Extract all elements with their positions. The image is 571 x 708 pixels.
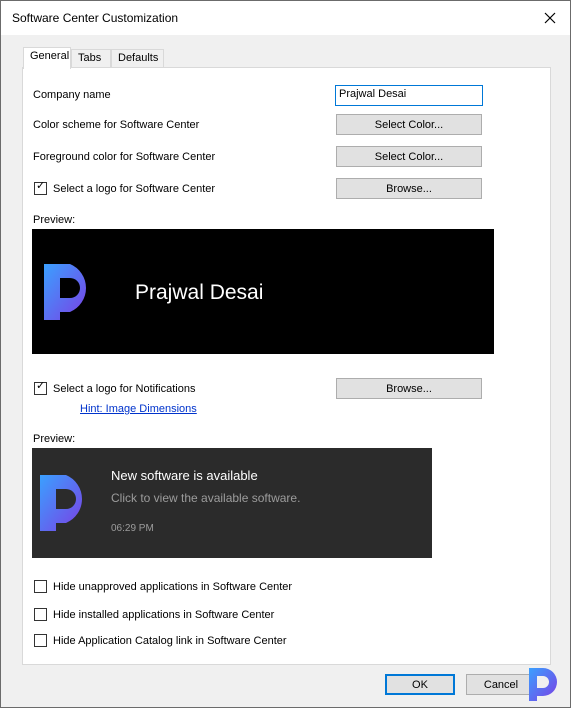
- title-bar: Software Center Customization: [1, 1, 570, 35]
- logo-browse-button[interactable]: Browse...: [336, 178, 482, 199]
- window-title: Software Center Customization: [12, 11, 179, 25]
- notification-preview: New software is available Click to view …: [32, 448, 432, 558]
- notif-logo-label: Select a logo for Notifications: [53, 383, 196, 395]
- company-name-label: Company name: [33, 89, 111, 101]
- brand-logo-icon: [40, 475, 82, 531]
- software-center-preview: Prajwal Desai: [32, 229, 494, 354]
- color-scheme-label: Color scheme for Software Center: [33, 119, 200, 131]
- notif-preview-label: Preview:: [33, 433, 76, 445]
- hint-image-dimensions-link[interactable]: Hint: Image Dimensions: [80, 403, 197, 415]
- logo-checkbox[interactable]: ✓: [34, 180, 47, 195]
- foreground-color-label: Foreground color for Software Center: [33, 151, 216, 163]
- preview-company-name: Prajwal Desai: [135, 281, 264, 304]
- notif-browse-button[interactable]: Browse...: [336, 378, 482, 399]
- close-icon: [544, 12, 556, 24]
- tab-tabs[interactable]: Tabs: [71, 49, 111, 68]
- foreground-color-button[interactable]: Select Color...: [336, 146, 482, 167]
- brand-logo-icon: [529, 668, 557, 701]
- logo-checkbox-label: Select a logo for Software Center: [53, 183, 216, 195]
- checkmark-icon: ✓: [36, 180, 46, 192]
- notification-time: 06:29 PM: [111, 523, 154, 534]
- hide-catalog-label: Hide Application Catalog link in Softwar…: [53, 635, 287, 647]
- dialog-window: Software Center Customization General Ta…: [0, 0, 571, 708]
- notification-title: New software is available: [111, 468, 258, 483]
- hide-unapproved-checkbox[interactable]: [34, 580, 47, 593]
- ok-button[interactable]: OK: [385, 674, 455, 695]
- color-scheme-button[interactable]: Select Color...: [336, 114, 482, 135]
- general-panel: Company name Prajwal Desai Color scheme …: [22, 67, 551, 665]
- company-name-input[interactable]: Prajwal Desai: [335, 85, 483, 106]
- notif-logo-checkbox[interactable]: ✓: [34, 380, 47, 395]
- notification-subtitle: Click to view the available software.: [111, 491, 301, 505]
- hide-catalog-checkbox[interactable]: [34, 634, 47, 647]
- tab-defaults[interactable]: Defaults: [111, 49, 164, 68]
- preview-label: Preview:: [33, 214, 76, 226]
- hide-unapproved-label: Hide unapproved applications in Software…: [53, 581, 293, 593]
- checkmark-icon: ✓: [36, 380, 46, 392]
- brand-logo-icon: [44, 264, 86, 320]
- hide-installed-checkbox[interactable]: [34, 608, 47, 621]
- tab-general[interactable]: General: [23, 47, 71, 69]
- hide-installed-label: Hide installed applications in Software …: [53, 609, 275, 621]
- close-button[interactable]: [536, 5, 564, 31]
